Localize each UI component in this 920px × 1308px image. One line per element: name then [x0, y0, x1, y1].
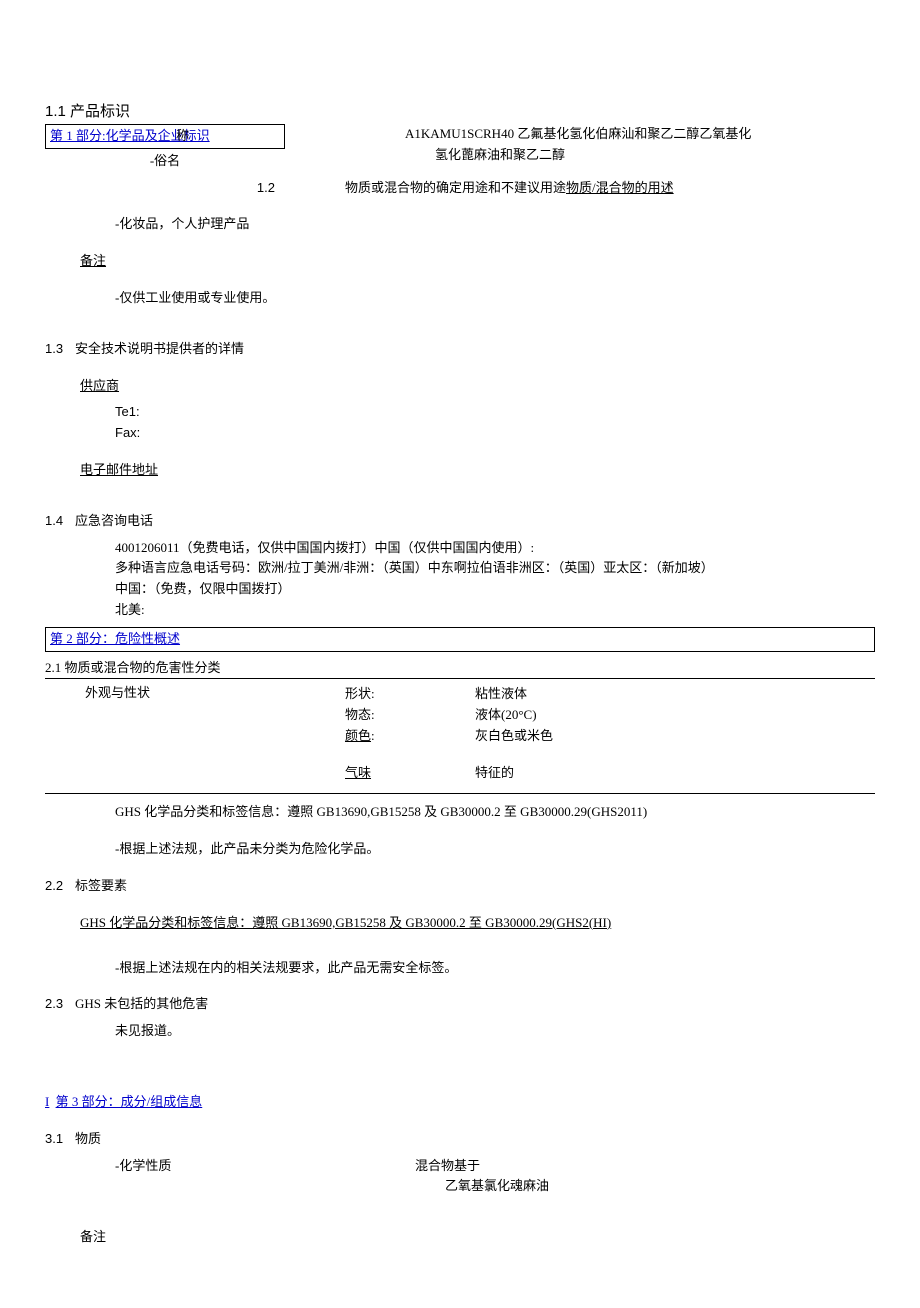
appearance-label: 外观与性状: [45, 683, 345, 704]
chem-val1: 混合物基于: [415, 1156, 480, 1177]
ghs-info: GHS 化学品分类和标签信息：遵照 GB13690,GB15258 及 GB30…: [115, 802, 875, 823]
s2-2-title: 标签要素: [75, 876, 127, 897]
tel-label: Te1:: [115, 402, 875, 423]
state-label: 物态:: [345, 705, 475, 726]
chem-label: -化学性质: [45, 1156, 415, 1177]
section1-overlay-char: 称: [176, 126, 189, 147]
odor-label: 气味: [345, 763, 475, 784]
email-label: 电子邮件地址: [80, 460, 875, 481]
chem-val2: 乙氧基氯化魂麻油: [45, 1176, 875, 1197]
s1-2-text-a: 物质或混合物的确定用途和不建议用途: [345, 180, 566, 195]
section2-box-text: 第 2 部分：危险性概述: [50, 631, 180, 646]
s2-2-num: 2.2: [45, 876, 75, 897]
color-value: 灰白色或米色: [475, 726, 553, 747]
state-value: 液体(20°C): [475, 705, 537, 726]
fax-label: Fax:: [115, 423, 875, 444]
note-text: -仅供工业使用或专业使用。: [115, 288, 875, 309]
s3-note: 备注: [80, 1227, 875, 1248]
note-label: 备注: [80, 251, 875, 272]
color-colon: :: [371, 728, 375, 743]
shape-label: 形状:: [345, 684, 475, 705]
appearance-table: 外观与性状 形状: 粘性液体 物态: 液体(20°C) 颜色: 灰白色或米色 气…: [45, 678, 875, 794]
s1-4-num: 1.4: [45, 511, 75, 532]
product-code-line1: A1KAMU1SCRH40 乙氟基化氢化伯麻汕和聚乙二醇乙氧基化: [405, 124, 875, 145]
section2-box: 第 2 部分：危险性概述: [45, 627, 875, 652]
ghs-note: -根据上述法规，此产品未分类为危险化学品。: [115, 839, 875, 860]
section3-prefix: I: [45, 1094, 49, 1109]
color-label: 颜色: [345, 728, 371, 743]
shape-value: 粘性液体: [475, 684, 527, 705]
phone-line3: 中国：（免费，仅限中国拨打）: [115, 579, 875, 600]
subname-label: -俗名: [45, 151, 285, 172]
s2-3-title: GHS 未包括的其他危害: [75, 994, 208, 1015]
s2-3-note: 未见报道。: [115, 1021, 875, 1042]
s1-3-title: 安全技术说明书提供者的详情: [75, 339, 244, 360]
phone-line1: 4001206011（免费电话，仅供中国国内拨打）中国（仅供中国国内使用）:: [115, 538, 875, 559]
s2-2-note: -根据上述法规在内的相关法规要求，此产品无需安全标签。: [115, 958, 875, 979]
product-code-line2: 氢化蓖麻油和聚乙二醇: [405, 145, 875, 166]
phone-line4: 北美:: [115, 600, 875, 621]
section3-box-text: 第 3 部分：成分/组成信息: [56, 1094, 203, 1109]
s1-3-num: 1.3: [45, 339, 75, 360]
use-text: -化妆品，个人护理产品: [115, 214, 875, 235]
supplier-label: 供应商: [80, 376, 875, 397]
s1-2-text-b: 物质/混合物的用述: [566, 180, 674, 195]
phone-line2: 多种语言应急电话号码：欧洲/拉丁美洲/非洲：（英国）中东啊拉伯语非洲区：（英国）…: [115, 558, 875, 579]
s3-1-title: 物质: [75, 1129, 101, 1150]
s3-1-num: 3.1: [45, 1129, 75, 1150]
s1-2-num: 1.2: [257, 180, 275, 195]
s2-2-ghs: GHS 化学品分类和标签信息：遵照 GB13690,GB15258 及 GB30…: [80, 913, 875, 934]
odor-value: 特征的: [475, 763, 514, 784]
s1-4-title: 应急咨询电话: [75, 511, 153, 532]
s1-1-title: 1.1 产品标识: [45, 100, 875, 124]
s2-3-num: 2.3: [45, 994, 75, 1015]
s2-1: 2.1 物质或混合物的危害性分类: [45, 658, 875, 679]
section1-box: 第 1 部分:化学品及企业标识 称: [45, 124, 285, 149]
